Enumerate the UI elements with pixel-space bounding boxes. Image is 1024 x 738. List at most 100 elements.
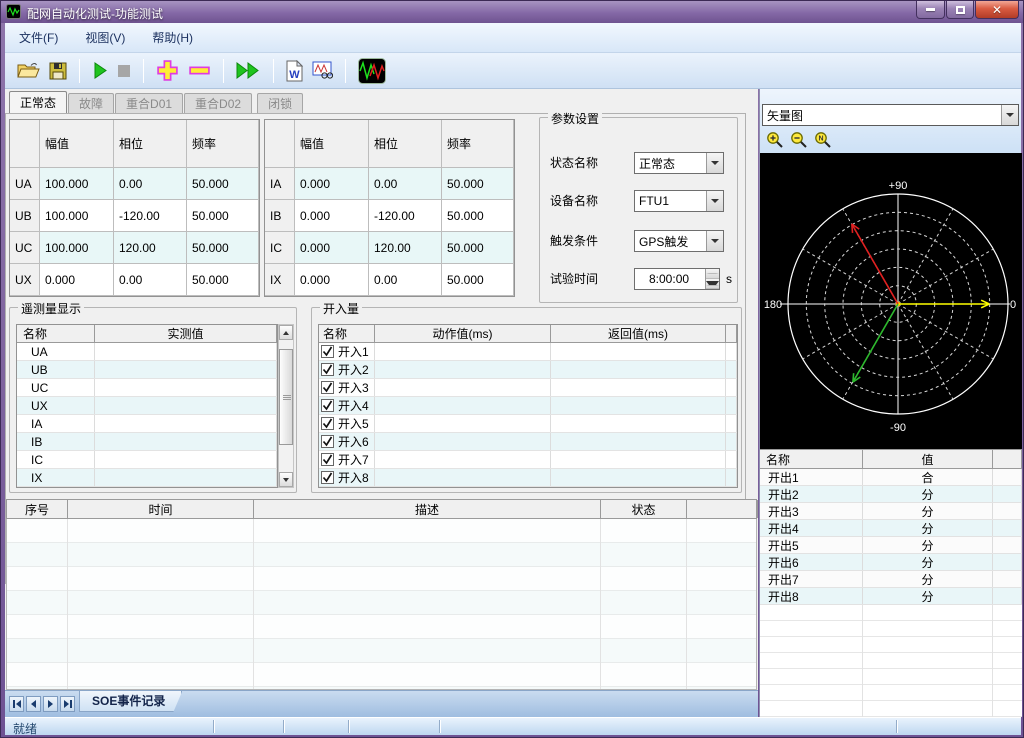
tab-normal-state[interactable]: 正常态 bbox=[9, 91, 67, 113]
scrollbar-thumb[interactable] bbox=[279, 349, 293, 445]
cell-value[interactable]: -120.00 bbox=[369, 200, 442, 232]
menu-file[interactable]: 文件(F) bbox=[19, 29, 58, 46]
checkbox[interactable] bbox=[321, 399, 334, 412]
group-title: 开入量 bbox=[320, 300, 362, 317]
scroll-down-button[interactable] bbox=[279, 472, 293, 487]
dropdown-button[interactable] bbox=[1001, 105, 1018, 125]
cell-value[interactable]: 50.000 bbox=[442, 200, 514, 232]
trigger-condition-select[interactable]: GPS触发 bbox=[634, 230, 724, 252]
checkbox[interactable] bbox=[321, 345, 334, 358]
checkbox[interactable] bbox=[321, 381, 334, 394]
minimize-button[interactable] bbox=[916, 1, 945, 19]
run-all-button[interactable] bbox=[236, 62, 261, 79]
cell-value[interactable]: 0.00 bbox=[114, 264, 187, 296]
tab-fault[interactable]: 故障 bbox=[68, 93, 114, 113]
output-value: 分 bbox=[863, 520, 993, 536]
cell-value[interactable]: 0.00 bbox=[369, 264, 442, 296]
telemetry-scrollbar[interactable] bbox=[278, 324, 294, 488]
output-name: 开出3 bbox=[760, 503, 863, 519]
spinner-down-button[interactable] bbox=[706, 279, 719, 289]
cell-value[interactable]: -120.00 bbox=[114, 200, 187, 232]
row-header: IB bbox=[265, 200, 295, 232]
view-selector[interactable]: 矢量图 bbox=[762, 104, 1019, 126]
output-table-empty-area bbox=[760, 605, 1022, 717]
tab-soe-event-log[interactable]: SOE事件记录 bbox=[79, 691, 182, 712]
cell-value[interactable]: 0.00 bbox=[369, 168, 442, 200]
state-name-select[interactable]: 正常态 bbox=[634, 152, 724, 174]
cell-value[interactable]: 120.00 bbox=[369, 232, 442, 264]
chevron-down-icon bbox=[711, 161, 719, 165]
col-header-name: 名称 bbox=[319, 325, 375, 342]
cell-value[interactable]: 0.000 bbox=[40, 264, 114, 296]
word-report-button[interactable]: W bbox=[286, 60, 303, 82]
cell-value[interactable]: 0.000 bbox=[295, 200, 369, 232]
open-file-button[interactable] bbox=[17, 62, 40, 80]
dropdown-button[interactable] bbox=[706, 153, 723, 173]
cell-value[interactable]: 50.000 bbox=[442, 168, 514, 200]
menu-help[interactable]: 帮助(H) bbox=[152, 29, 193, 46]
wave-preview-button[interactable] bbox=[312, 61, 333, 80]
output-table-header: 名称 值 bbox=[760, 449, 1022, 469]
trigger-condition-label: 触发条件 bbox=[550, 230, 598, 252]
cell-value[interactable]: 100.000 bbox=[40, 232, 114, 264]
tab-lockout[interactable]: 闭锁 bbox=[257, 93, 303, 113]
stop-button[interactable] bbox=[117, 64, 131, 78]
tab-reclose-d01[interactable]: 重合D01 bbox=[115, 93, 183, 113]
last-page-icon bbox=[70, 700, 72, 708]
device-name-select[interactable]: FTU1 bbox=[634, 190, 724, 212]
remove-state-button[interactable] bbox=[188, 59, 211, 82]
output-table: 开出1合 开出2分 开出3分 开出4分 开出5分 开出6分 开出7分 开出8分 bbox=[760, 469, 1022, 605]
menu-view[interactable]: 视图(V) bbox=[85, 29, 125, 46]
cell-value[interactable]: 0.000 bbox=[295, 232, 369, 264]
run-test-button[interactable] bbox=[92, 62, 108, 79]
checkbox[interactable] bbox=[321, 435, 334, 448]
dropdown-button[interactable] bbox=[706, 191, 723, 211]
cell-value[interactable]: 0.00 bbox=[114, 168, 187, 200]
zoom-reset-button[interactable]: N bbox=[814, 131, 832, 149]
arrow-left-icon bbox=[31, 700, 36, 708]
checkbox[interactable] bbox=[321, 363, 334, 376]
prev-page-button[interactable] bbox=[26, 696, 41, 712]
add-state-button[interactable] bbox=[156, 59, 179, 82]
status-divider bbox=[283, 720, 285, 733]
cell-value[interactable]: 50.000 bbox=[187, 200, 259, 232]
telemetry-value bbox=[95, 415, 277, 432]
di-name: 开入8 bbox=[338, 469, 369, 486]
blank-cell bbox=[993, 571, 1022, 587]
cell-value[interactable]: 0.000 bbox=[295, 168, 369, 200]
tab-reclose-d02[interactable]: 重合D02 bbox=[184, 93, 252, 113]
zoom-in-button[interactable] bbox=[766, 131, 784, 149]
row-header: UX bbox=[10, 264, 40, 296]
checkbox[interactable] bbox=[321, 417, 334, 430]
digital-input-row: 开入5 bbox=[319, 415, 737, 433]
spinner-up-button[interactable] bbox=[706, 269, 719, 279]
checkbox[interactable] bbox=[321, 453, 334, 466]
cell-value[interactable]: 50.000 bbox=[442, 264, 514, 296]
grid-line bbox=[600, 519, 601, 689]
scroll-up-button[interactable] bbox=[279, 325, 293, 340]
last-page-button[interactable] bbox=[60, 696, 75, 712]
di-return-value bbox=[551, 451, 726, 468]
cell-value[interactable]: 50.000 bbox=[187, 264, 259, 296]
next-page-button[interactable] bbox=[43, 696, 58, 712]
cell-value[interactable]: 50.000 bbox=[187, 232, 259, 264]
di-return-value bbox=[551, 397, 726, 414]
cell-value[interactable]: 100.000 bbox=[40, 168, 114, 200]
checkbox[interactable] bbox=[321, 471, 334, 484]
test-time-input[interactable]: 8:00:00 bbox=[634, 268, 720, 290]
cell-value[interactable]: 120.00 bbox=[114, 232, 187, 264]
save-button[interactable] bbox=[49, 62, 67, 80]
close-button[interactable]: ✕ bbox=[975, 1, 1019, 19]
cell-value[interactable]: 100.000 bbox=[40, 200, 114, 232]
close-icon: ✕ bbox=[992, 3, 1002, 17]
dropdown-button[interactable] bbox=[706, 231, 723, 251]
first-page-button[interactable] bbox=[9, 696, 24, 712]
di-name-cell: 开入5 bbox=[319, 415, 375, 432]
maximize-button[interactable] bbox=[946, 1, 974, 19]
oscilloscope-button[interactable] bbox=[358, 58, 386, 84]
cell-value[interactable]: 50.000 bbox=[442, 232, 514, 264]
cell-value[interactable]: 0.000 bbox=[295, 264, 369, 296]
col-header-frequency: 频率 bbox=[442, 120, 514, 168]
zoom-out-button[interactable] bbox=[790, 131, 808, 149]
cell-value[interactable]: 50.000 bbox=[187, 168, 259, 200]
